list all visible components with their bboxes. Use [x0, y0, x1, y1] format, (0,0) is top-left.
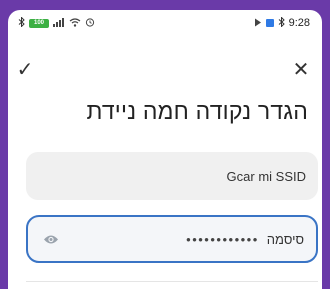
device-frame: 100 9:28 ✓ ✕ הגדר נקודה חמה ניידת Gcar m…	[0, 0, 330, 289]
ssid-field[interactable]: Gcar mi SSID	[26, 152, 318, 200]
divider	[26, 281, 318, 282]
ssid-value: Gcar mi SSID	[226, 168, 306, 184]
close-button[interactable]: ✕	[286, 54, 316, 84]
alarm-icon	[85, 17, 95, 29]
password-label: סיסמה	[266, 231, 304, 247]
battery-icon: 100	[29, 18, 49, 28]
screen: 100 9:28 ✓ ✕ הגדר נקודה חמה ניידת Gcar m…	[8, 10, 322, 289]
status-bar-right: 9:28	[254, 16, 310, 29]
signal-icon	[53, 17, 65, 29]
check-icon: ✓	[16, 58, 34, 81]
status-bar: 100 9:28	[8, 10, 322, 36]
page-title: הגדר נקודה חמה ניידת	[86, 98, 308, 124]
eye-icon[interactable]	[40, 228, 62, 250]
password-value: ••••••••••••	[186, 231, 259, 247]
play-icon	[254, 18, 262, 29]
bluetooth-icon	[18, 16, 25, 29]
bluetooth-icon	[278, 16, 285, 29]
wifi-icon	[69, 17, 81, 29]
close-icon: ✕	[292, 58, 310, 81]
toolbar: ✓ ✕	[8, 54, 322, 84]
password-field[interactable]: •••••••••••• סיסמה	[26, 215, 318, 263]
confirm-button[interactable]: ✓	[10, 54, 40, 84]
square-icon	[265, 19, 274, 27]
clock: 9:28	[288, 17, 310, 29]
status-bar-left: 100	[18, 16, 95, 29]
